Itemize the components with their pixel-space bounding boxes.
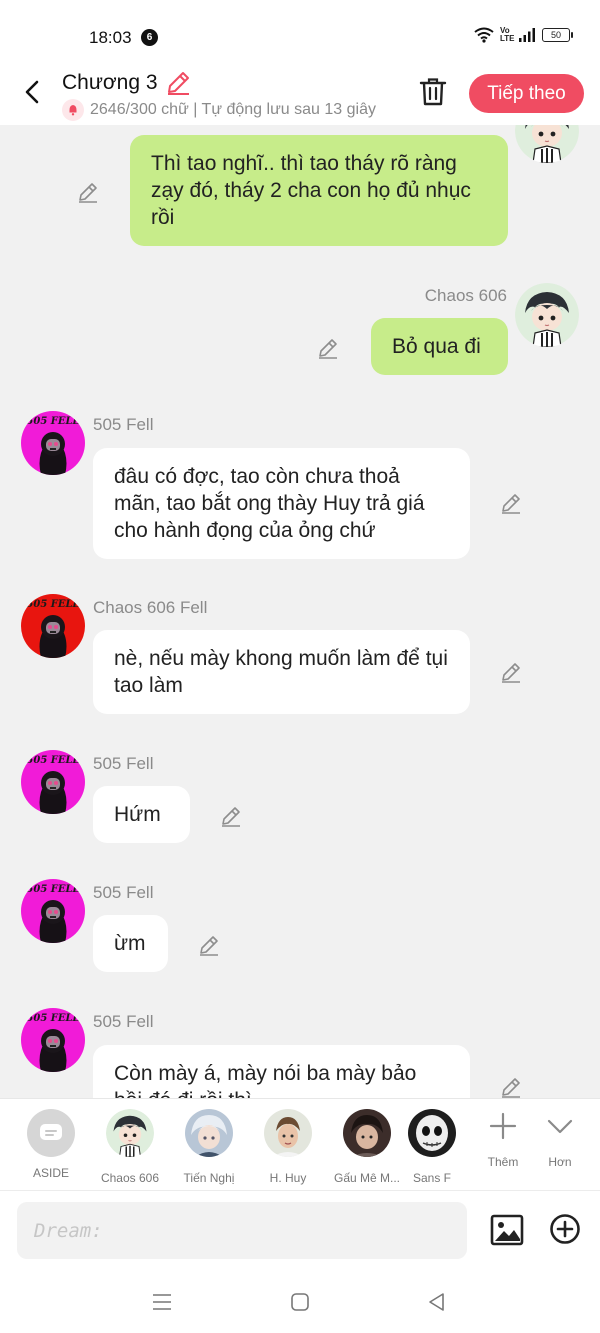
sender-name: 505 Fell	[93, 754, 154, 773]
bell-icon	[62, 99, 84, 121]
character-selector: ASIDE Chaos 606 Tiến Nghị H. Huy Gấu Mê …	[0, 1098, 600, 1190]
character-label: Gấu Mê M...	[333, 1171, 401, 1185]
avatar-logo-text: 505 FELL	[26, 884, 79, 895]
message-bubble[interactable]: Còn mày á, mày nói ba mày bảo hồi đó đi …	[93, 1045, 470, 1098]
sender-name: 505 Fell	[93, 883, 154, 902]
sender-name: Chaos 606	[424, 286, 507, 305]
character-aside[interactable]: ASIDE	[11, 1109, 91, 1180]
add-character-button[interactable]: Thêm	[475, 1111, 531, 1169]
add-label: Thêm	[487, 1155, 519, 1169]
plus-circle-icon[interactable]	[549, 1213, 581, 1245]
character-label: Chaos 606	[100, 1171, 160, 1185]
avatar-chaos-606-fell[interactable]: 505 FELL	[21, 594, 85, 658]
message-bubble[interactable]: đâu có đợc, tao còn chưa thoả mãn, tao b…	[93, 448, 470, 559]
system-navigation	[0, 1268, 600, 1333]
pencil-icon[interactable]	[316, 336, 340, 360]
word-count-status: 2646/300 chữ | Tự động lưu sau 13 giây	[90, 101, 376, 118]
avatar-505-fell[interactable]: 505 FELL	[21, 750, 85, 814]
plus-icon	[489, 1112, 517, 1140]
pencil-icon[interactable]	[499, 660, 523, 684]
character-label: Tiến Nghị	[183, 1171, 235, 1185]
status-bar: 18:03 6 Vo LTE 50	[0, 0, 600, 62]
aside-icon	[27, 1109, 75, 1157]
image-icon[interactable]	[490, 1213, 524, 1247]
sender-name: 505 Fell	[93, 1012, 154, 1031]
avatar	[264, 1109, 312, 1157]
home-icon[interactable]	[288, 1290, 312, 1314]
character-label: Sans F	[412, 1171, 451, 1185]
character-label: ASIDE	[32, 1166, 69, 1180]
character-chaos-606[interactable]: Chaos 606	[90, 1108, 170, 1185]
back-icon[interactable]	[16, 76, 48, 108]
dream-input[interactable]	[17, 1202, 467, 1259]
volte-indicator: Vo LTE	[500, 26, 515, 43]
avatar-505-fell[interactable]: 505 FELL	[21, 1008, 85, 1072]
composer	[0, 1190, 600, 1268]
signal-icon	[519, 28, 535, 42]
more-label: Hơn	[548, 1155, 572, 1169]
menu-icon[interactable]	[150, 1290, 174, 1314]
trash-icon[interactable]	[418, 76, 448, 108]
avatar-505-fell[interactable]: 505 FELL	[21, 879, 85, 943]
avatar-logo-text: 505 FELL	[26, 416, 79, 427]
autosave-status: 2646/300 chữ | Tự động lưu sau 13 giây	[62, 99, 398, 121]
avatar	[343, 1109, 391, 1157]
back-nav-icon[interactable]	[425, 1290, 449, 1314]
pencil-icon[interactable]	[76, 180, 100, 204]
character-sans-f[interactable]: Sans F	[402, 1109, 462, 1185]
chapter-title: Chương 3	[62, 71, 158, 94]
character-tien-nghi[interactable]: Tiến Nghị	[169, 1109, 249, 1185]
pencil-icon[interactable]	[499, 491, 523, 515]
sender-name: 505 Fell	[93, 415, 154, 434]
avatar-chaos-606[interactable]	[515, 125, 579, 163]
message-bubble[interactable]: Bỏ qua đi	[371, 318, 508, 375]
pencil-icon[interactable]	[499, 1075, 523, 1098]
character-h-huy[interactable]: H. Huy	[248, 1109, 328, 1185]
sender-name: Chaos 606 Fell	[93, 598, 208, 617]
avatar	[408, 1109, 456, 1157]
battery-indicator: 50	[542, 28, 573, 42]
next-button[interactable]: Tiếp theo	[469, 74, 584, 113]
notification-badge: 6	[141, 29, 158, 46]
title-edit-icon[interactable]	[165, 70, 191, 96]
character-gau-me-m[interactable]: Gấu Mê M...	[327, 1109, 407, 1185]
avatar-chaos-606[interactable]	[515, 283, 579, 347]
avatar-505-fell[interactable]: 505 FELL	[21, 411, 85, 475]
message-bubble[interactable]: Hứm	[93, 786, 190, 843]
avatar-logo-text: 505 FELL	[26, 599, 79, 610]
message-bubble[interactable]: ừm	[93, 915, 168, 972]
avatar-logo-text: 505 FELL	[26, 755, 79, 766]
pencil-icon[interactable]	[219, 804, 243, 828]
chevron-down-icon	[547, 1119, 573, 1134]
chat-area[interactable]: Thì tao nghĩ.. thì tao tháy rõ ràng zạy …	[0, 125, 600, 1098]
avatar-logo-text: 505 FELL	[26, 1013, 79, 1024]
chapter-header: Chương 3 2646/300 chữ | Tự động lưu sau …	[0, 62, 600, 125]
wifi-icon	[474, 27, 494, 43]
character-label: H. Huy	[269, 1171, 307, 1185]
message-bubble[interactable]: Thì tao nghĩ.. thì tao tháy rõ ràng zạy …	[130, 135, 508, 246]
more-characters-button[interactable]: Hơn	[532, 1111, 588, 1169]
message-bubble[interactable]: nè, nếu mày khong muốn làm để tụi tao là…	[93, 630, 470, 714]
avatar	[185, 1109, 233, 1157]
avatar	[105, 1108, 155, 1158]
clock: 18:03	[89, 28, 132, 47]
pencil-icon[interactable]	[197, 933, 221, 957]
